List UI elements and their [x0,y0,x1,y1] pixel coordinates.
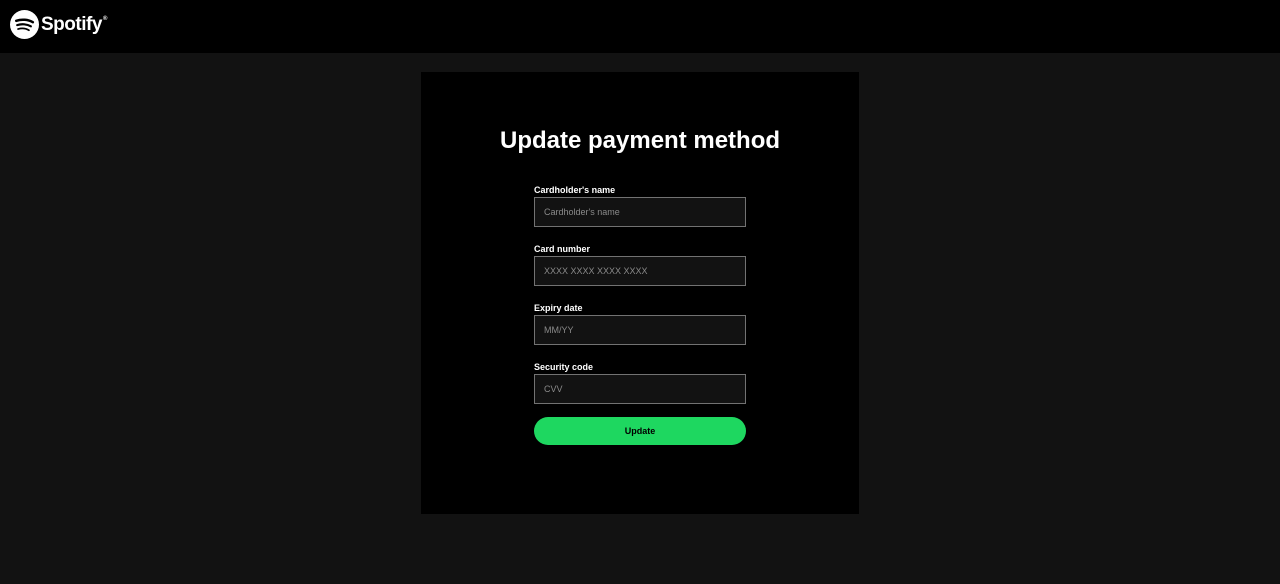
card-number-input[interactable] [534,256,746,286]
cardholder-name-input[interactable] [534,197,746,227]
expiry-date-input[interactable] [534,315,746,345]
trademark-symbol: ® [102,15,107,22]
spotify-logo[interactable]: Spotify ® [10,10,107,39]
update-button[interactable]: Update [534,417,746,445]
brand-name: Spotify [41,13,102,35]
top-bar: Spotify ® [0,0,1280,53]
security-code-label: Security code [534,362,594,372]
card-number-label: Card number [534,244,591,254]
page-title: Update payment method [499,127,781,154]
expiry-date-label: Expiry date [534,303,583,313]
spotify-wordmark: Spotify ® [41,13,107,36]
spotify-logo-icon [10,10,39,39]
cardholder-name-label: Cardholder's name [534,185,616,195]
security-code-input[interactable] [534,374,746,404]
